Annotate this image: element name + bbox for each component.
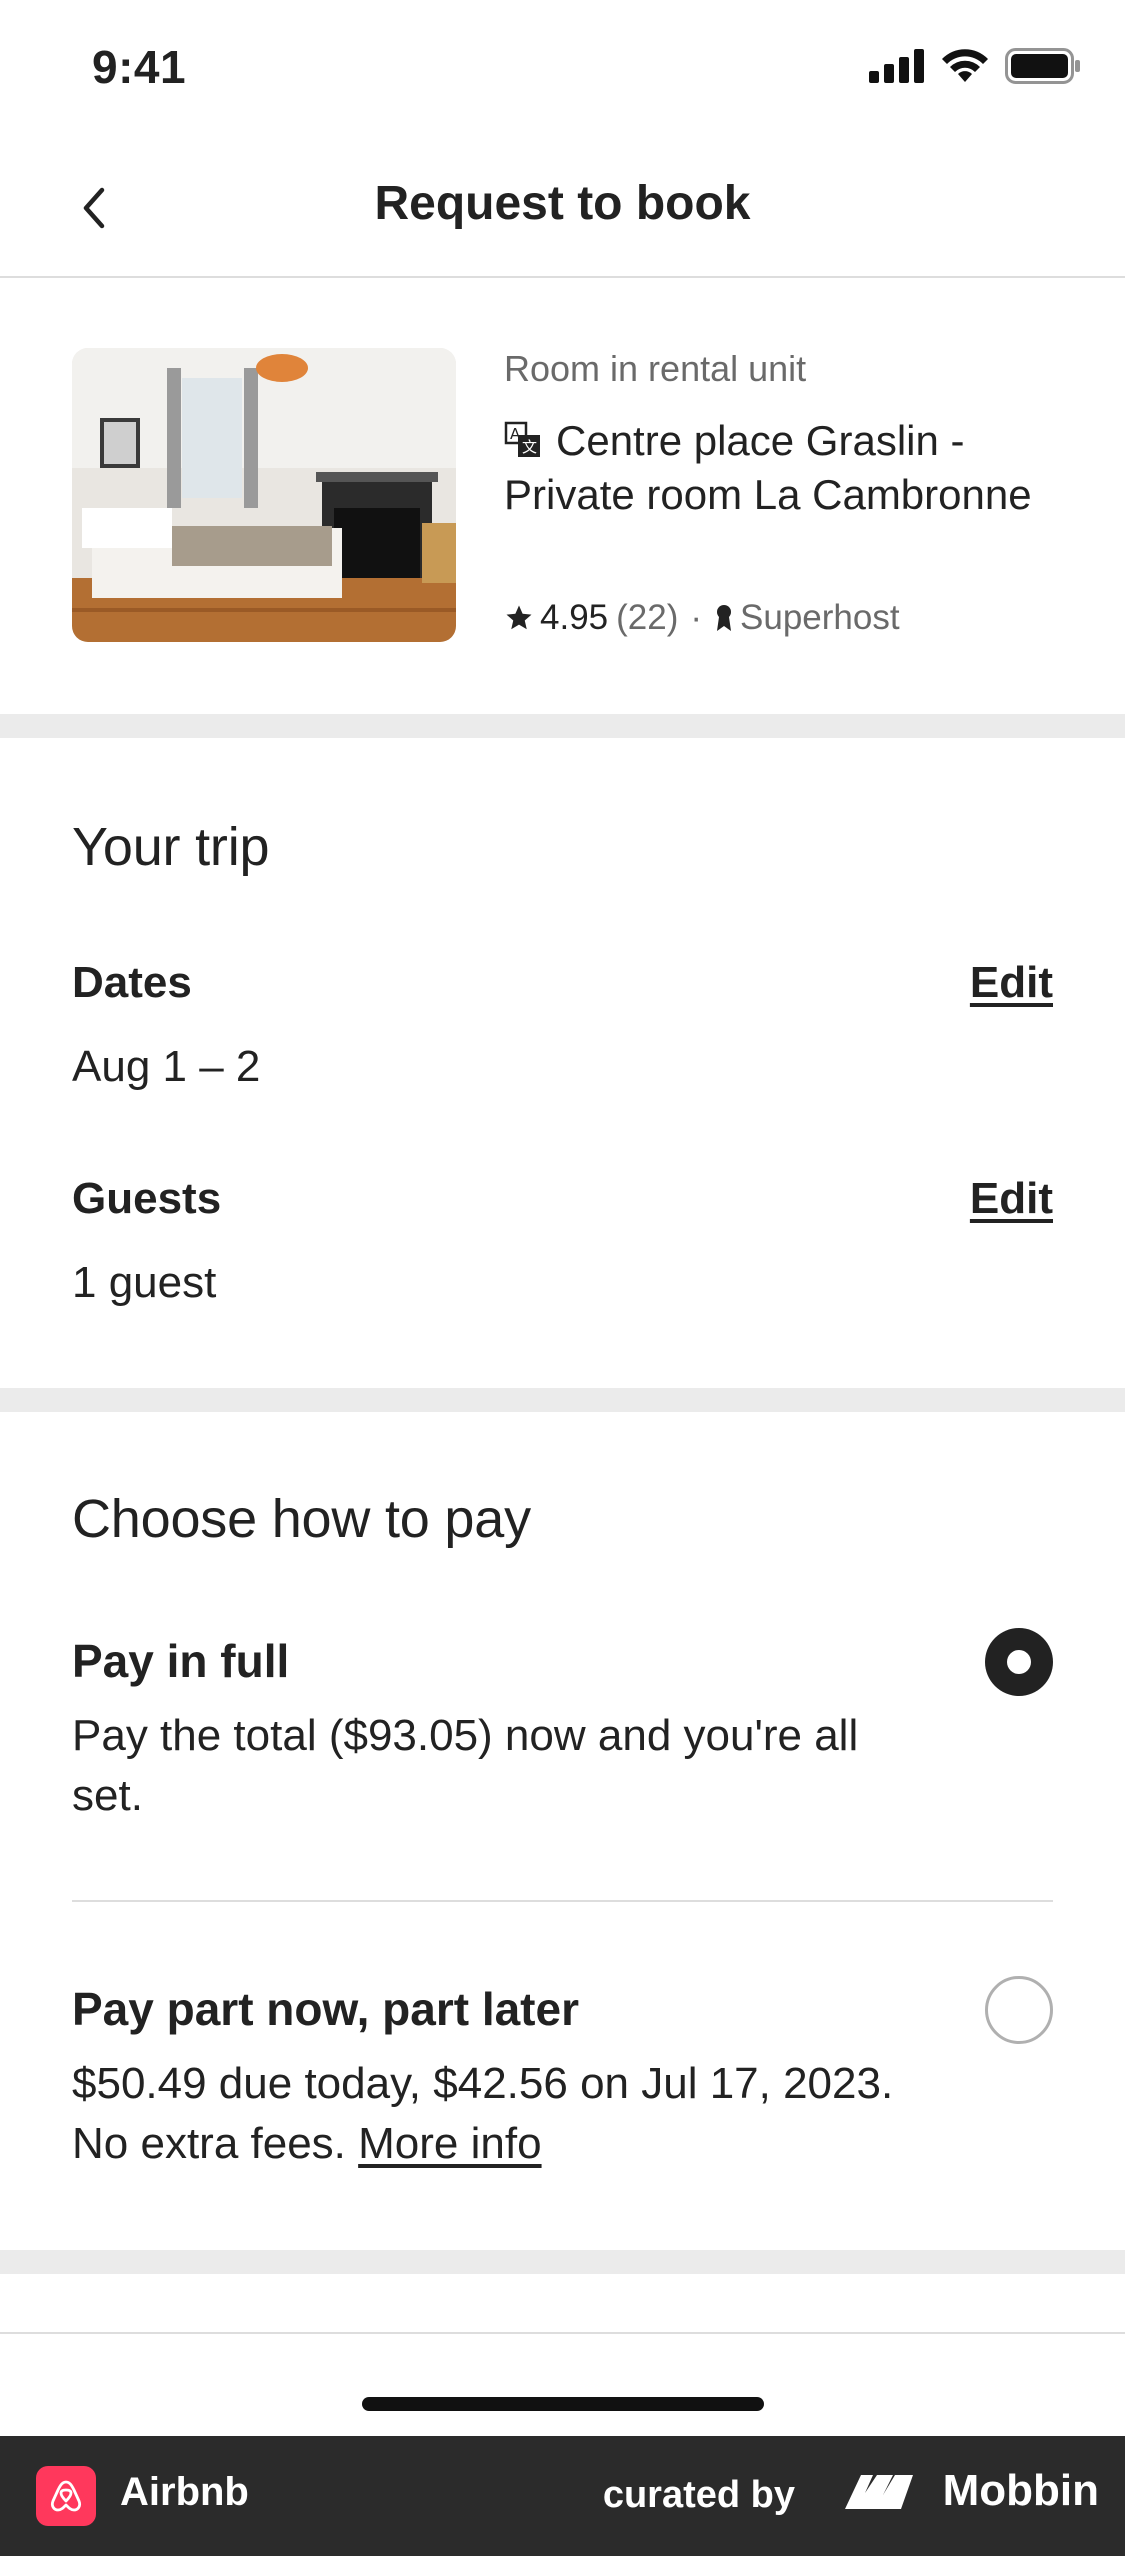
review-count: (22) (616, 598, 679, 637)
footer-app-name: Airbnb (120, 2470, 249, 2514)
listing-summary[interactable]: Room in rental unit A 文 Centre place Gra… (0, 278, 1125, 714)
pay-option-label: Pay in full (72, 1635, 290, 1687)
translate-icon: A 文 (504, 421, 540, 457)
nav-header: Request to book (0, 140, 1125, 278)
battery-icon (1005, 48, 1080, 84)
listing-meta: 4.95 (22) · Superhost (504, 598, 900, 638)
listing-title-block: A 文 Centre place Graslin - Private room … (504, 414, 1084, 522)
pay-option-description: Pay the total ($93.05) now and you're al… (72, 1711, 859, 1820)
section-divider (0, 2250, 1125, 2274)
more-info-link[interactable]: More info (358, 2119, 541, 2168)
trip-title: Your trip (72, 817, 270, 877)
status-bar: 9:41 (0, 0, 1125, 140)
footer-bar: Airbnb curated by Mobbin (0, 2436, 1125, 2556)
guests-label: Guests (72, 1174, 222, 1223)
section-divider (0, 714, 1125, 738)
superhost-icon (717, 605, 732, 631)
edit-dates-link[interactable]: Edit (970, 958, 1053, 1008)
footer-curated-by: curated by (602, 2474, 795, 2516)
payment-title: Choose how to pay (72, 1489, 531, 1549)
radio-pay-part[interactable] (985, 1976, 1053, 2044)
dates-value: Aug 1 – 2 (72, 1042, 261, 1091)
svg-text:文: 文 (522, 438, 537, 456)
dates-label: Dates (72, 958, 192, 1007)
page-title: Request to book (374, 177, 751, 230)
listing-photo (72, 348, 456, 642)
meta-separator: · (690, 598, 703, 637)
star-icon (506, 605, 532, 630)
home-indicator[interactable] (362, 2397, 764, 2411)
listing-title: Centre place Graslin - Private room La C… (504, 417, 1032, 518)
listing-type: Room in rental unit (504, 348, 807, 389)
cellular-signal-icon (869, 49, 924, 83)
rating-value: 4.95 (540, 598, 609, 637)
radio-pay-in-full[interactable] (985, 1628, 1053, 1696)
mobbin-label: Mobbin (942, 2466, 1099, 2515)
section-divider (0, 1388, 1125, 1412)
mobbin-logo-icon (844, 2475, 913, 2509)
superhost-badge: Superhost (740, 598, 900, 637)
mobbin-brand: Mobbin (843, 2466, 1099, 2516)
pay-option-label: Pay part now, part later (72, 1983, 579, 2035)
status-icons (869, 48, 1081, 84)
bottom-divider (0, 2332, 1125, 2334)
wifi-icon (942, 49, 988, 82)
airbnb-logo-icon (36, 2466, 96, 2526)
pay-option-description: $50.49 due today, $42.56 on Jul 17, 2023… (72, 2054, 932, 2174)
option-divider (72, 1900, 1053, 1902)
edit-guests-link[interactable]: Edit (970, 1174, 1053, 1224)
status-time: 9:41 (92, 41, 187, 93)
guests-value: 1 guest (72, 1258, 217, 1307)
